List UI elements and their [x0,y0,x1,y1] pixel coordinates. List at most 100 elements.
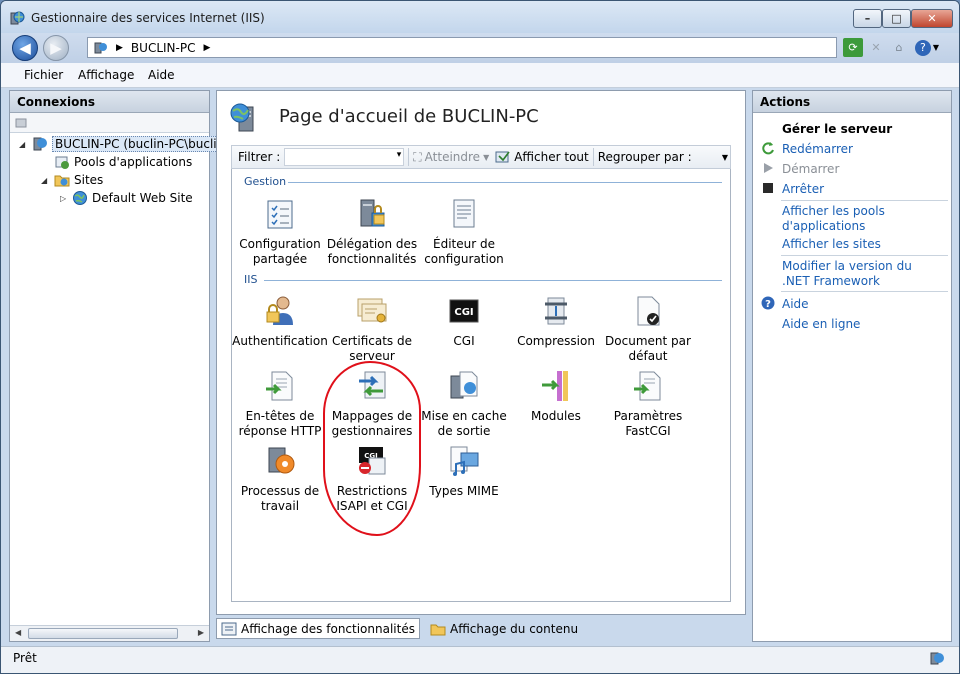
feature-delegation[interactable]: Délégation des fonctionnalités [324,197,420,267]
feature-shared-configuration[interactable]: Configuration partagée [232,197,328,267]
collapse-sites-icon[interactable]: ◢ [41,176,47,185]
svg-text:?: ? [765,299,771,310]
refresh-icon[interactable]: ⟳ [843,38,863,57]
stop-link[interactable]: Arrêter [782,182,824,197]
feature-worker-processes[interactable]: Processus de travail [232,444,328,514]
show-all-button[interactable]: Afficher tout [495,150,589,164]
cgi-icon: CGI [449,299,479,323]
expand-default-site-icon[interactable]: ▷ [60,194,66,203]
tree-node-server[interactable]: BUCLIN-PC (buclin-PC\buclin) [32,136,232,152]
scroll-left-icon[interactable]: ◀ [15,628,21,637]
breadcrumb-server[interactable]: BUCLIN-PC [131,41,196,55]
help-icon[interactable]: ? ▼ [912,38,942,57]
toolbar-overflow-icon[interactable]: ▼ [722,153,728,162]
tree-label-default-web-site: Default Web Site [92,191,193,205]
feature-label: Modules [531,409,581,423]
feature-modules[interactable]: Modules [508,369,604,424]
address-toolbar: ⟳ ✕ ⌂ ? ▼ [843,38,942,57]
scroll-right-icon[interactable]: ▶ [198,628,204,637]
filter-label: Filtrer : [238,150,281,164]
address-bar[interactable]: ▶ BUCLIN-PC ▶ [87,37,837,58]
feature-label: Restrictions ISAPI et CGI [336,484,408,513]
feature-output-caching[interactable]: Mise en cache de sortie [416,369,512,439]
feature-label: Mappages de gestionnaires [331,409,413,438]
tree-node-default-web-site[interactable]: Default Web Site [72,190,193,206]
isapi-cgi-restrictions-icon: CGI [359,447,386,475]
navigation-bar: ◀ ▶ ▶ BUCLIN-PC ▶ ⟳ ✕ ⌂ ? ▼ [1,33,959,63]
connect-icon[interactable] [15,116,29,130]
view-sites-link[interactable]: Afficher les sites [782,237,881,252]
connections-pane: Connexions ◢ BUCLIN-PC (buclin-PC\buclin… [9,90,232,642]
help-icon: ? [761,296,775,310]
menu-bar: Fichier Affichage Aide [1,63,959,88]
filter-input[interactable] [284,148,405,166]
tree-node-sites[interactable]: Sites [54,172,103,188]
feature-label: Types MIME [429,484,499,498]
feature-label: Authentification [232,334,328,348]
menu-fichier[interactable]: Fichier [24,68,63,82]
home-icon[interactable]: ⌂ [889,38,909,57]
feature-compression[interactable]: Compression [508,294,604,349]
menu-aide[interactable]: Aide [148,68,175,82]
restart-link[interactable]: Redémarrer [782,142,853,157]
feature-default-document[interactable]: Document par défaut [600,294,696,364]
page-title: Page d'accueil de BUCLIN-PC [279,106,539,127]
feature-delegation-icon [360,199,385,227]
config-editor-icon [453,199,475,228]
feature-mime-types[interactable]: Types MIME [416,444,512,499]
menu-affichage[interactable]: Affichage [78,68,134,82]
tab-features-view[interactable]: Affichage des fonctionnalités [216,618,420,639]
actions-divider [781,291,948,292]
feature-http-headers[interactable]: En-têtes de réponse HTTP [232,369,328,439]
toolbar-separator [592,148,594,166]
tab-content-view[interactable]: Affichage du contenu [426,618,582,639]
tree-node-app-pools[interactable]: Pools d'applications [54,154,192,170]
change-net-framework-link[interactable]: Modifier la version du .NET Framework [782,259,942,289]
forward-button[interactable]: ▶ [43,35,69,61]
mime-types-icon [450,446,479,476]
default-document-icon [637,296,660,326]
group-by-dropdown[interactable]: Regrouper par : [598,150,692,164]
feature-isapi-cgi-restrictions[interactable]: CGI Restrictions ISAPI et CGI [324,444,420,514]
goto-dropdown-icon: ▼ [483,152,490,162]
breadcrumb-dropdown[interactable]: ▶ [203,43,210,53]
feature-label: Éditeur de configuration [424,237,504,266]
collapse-server-icon[interactable]: ◢ [19,140,25,149]
status-bar: Prêt [1,646,959,673]
sites-folder-icon [54,175,70,187]
feature-handler-mappings[interactable]: Mappages de gestionnaires [324,369,420,439]
start-icon [764,163,773,173]
start-link[interactable]: Démarrer [782,162,839,177]
scroll-thumb[interactable] [28,628,178,639]
app-pools-icon [55,156,69,169]
back-arrow-icon: ◀ [19,39,31,57]
goto-button[interactable]: ⛶ Atteindre ▼ [413,150,489,165]
feature-config-editor[interactable]: Éditeur de configuration [416,197,512,267]
feature-cgi[interactable]: CGI CGI [416,294,512,349]
view-app-pools-link[interactable]: Afficher les pools d'applications [782,204,932,234]
svg-text:CGI: CGI [454,307,473,318]
window-title: Gestionnaire des services Internet (IIS) [31,11,265,25]
fastcgi-settings-icon [634,371,661,401]
server-icon [33,137,47,151]
connections-hscrollbar[interactable]: ◀ ▶ [10,625,209,641]
tree-label-app-pools: Pools d'applications [74,155,193,169]
feature-label: En-têtes de réponse HTTP [238,409,322,438]
feature-server-certificates[interactable]: Certificats de serveur [324,294,420,364]
feature-fastcgi-settings[interactable]: Paramètres FastCGI [600,369,696,439]
close-button[interactable]: ✕ [911,9,953,28]
stop-icon[interactable]: ✕ [866,38,886,57]
online-help-link[interactable]: Aide en ligne [782,317,860,332]
minimize-button[interactable]: – [853,9,882,28]
feature-authentication[interactable]: Authentification [232,294,328,349]
back-button[interactable]: ◀ [12,35,38,61]
maximize-button[interactable]: □ [882,9,911,28]
features-view: Gestion Configuration partagée Délégatio… [231,169,731,602]
shared-config-icon [267,200,293,229]
output-caching-icon [450,371,478,399]
home-page-pane: Page d'accueil de BUCLIN-PC Filtrer : ⛶ … [216,90,746,615]
feature-label: Certificats de serveur [331,334,412,363]
iis-status-icon [930,652,944,665]
help-link[interactable]: Aide [782,297,809,312]
feature-label: Configuration partagée [239,237,321,266]
